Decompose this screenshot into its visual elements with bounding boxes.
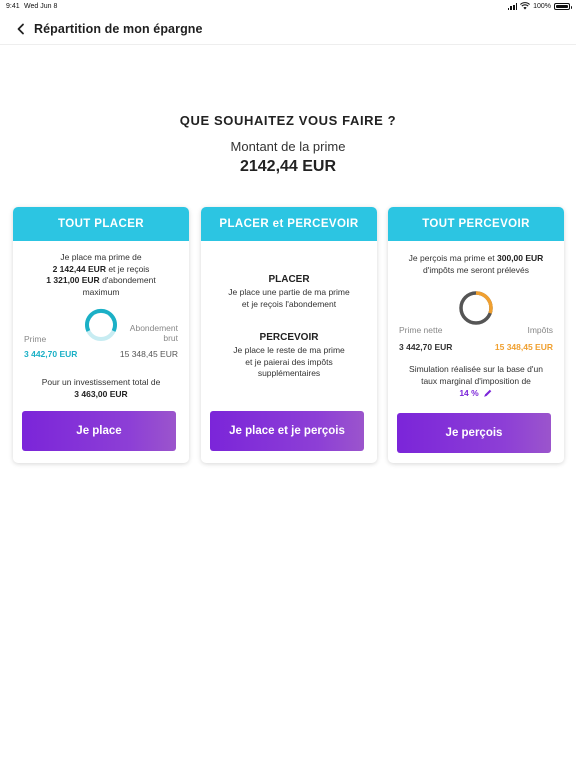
label-line: brut bbox=[163, 333, 178, 343]
description-line: 2 142,44 EUR et je reçois bbox=[13, 264, 189, 276]
tax-rate-row: 14 % bbox=[388, 388, 564, 398]
note-line: taux marginal d'imposition de bbox=[421, 375, 531, 386]
description-line: d'impôts me seront prélevés bbox=[422, 264, 530, 275]
card-title: PLACER et PERCEVOIR bbox=[201, 207, 377, 241]
note-line: Simulation réalisée sur la base d'un bbox=[409, 364, 543, 374]
total-value: 3 463,00 EUR bbox=[74, 388, 128, 399]
description-text: et je reçois bbox=[105, 263, 150, 274]
wifi-icon bbox=[520, 2, 531, 10]
description-line: et je paierai des impôts bbox=[245, 356, 333, 367]
cellular-signal-icon bbox=[507, 2, 518, 10]
card-tout-placer: TOUT PLACER Je place ma prime de 2 142,4… bbox=[13, 207, 189, 463]
total-label: Pour un investissement total de bbox=[41, 377, 161, 387]
chevron-left-icon[interactable] bbox=[14, 22, 28, 36]
abondement-amount: 1 321,00 EUR bbox=[46, 275, 100, 285]
total-investment: Pour un investissement total de 3 463,00… bbox=[13, 377, 189, 400]
prime-nette-label: Prime nette bbox=[399, 325, 443, 335]
status-icons: 100% bbox=[507, 2, 572, 10]
status-time: 9:41 bbox=[6, 3, 20, 10]
je-percois-button[interactable]: Je perçois bbox=[397, 413, 551, 453]
percevoir-title: PERCEVOIR bbox=[259, 332, 319, 343]
question-heading: QUE SOUHAITEZ VOUS FAIRE ? bbox=[179, 113, 397, 128]
placer-title: PLACER bbox=[268, 274, 310, 285]
card-title: TOUT PERCEVOIR bbox=[388, 207, 564, 241]
simulation-note: Simulation réalisée sur la base d'un tau… bbox=[388, 364, 564, 387]
card-tout-percevoir: TOUT PERCEVOIR Je perçois ma prime et 30… bbox=[388, 207, 564, 463]
abondement-value: 15 348,45 EUR bbox=[119, 349, 178, 359]
battery-percent: 100% bbox=[533, 2, 551, 10]
card-description: Je perçois ma prime et 300,00 EUR d'impô… bbox=[388, 253, 564, 276]
card-title: TOUT PLACER bbox=[13, 207, 189, 241]
description-text: Je perçois ma prime et bbox=[408, 253, 498, 263]
je-place-et-je-percois-button[interactable]: Je place et je perçois bbox=[210, 411, 364, 451]
prime-value: 3 442,70 EUR bbox=[24, 349, 78, 359]
description-line: Je place ma prime de bbox=[60, 252, 142, 262]
battery-icon bbox=[554, 2, 572, 10]
nav-header: Répartition de mon épargne bbox=[0, 14, 576, 45]
description-line: Je place le reste de ma prime bbox=[233, 345, 345, 355]
amount-label: Montant de la prime bbox=[230, 139, 346, 154]
status-bar: 9:41 Wed Jun 8 100% bbox=[0, 0, 576, 14]
card-placer-et-percevoir: PLACER et PERCEVOIR PLACER Je place une … bbox=[201, 207, 377, 463]
prime-nette-value: 3 442,70 EUR bbox=[399, 342, 453, 352]
impots-label: Impôts bbox=[527, 325, 553, 335]
percevoir-description: Je place le reste de ma prime et je paie… bbox=[201, 345, 377, 380]
abondement-label: Abondement brut bbox=[130, 323, 178, 343]
description-text: d'abondement bbox=[99, 275, 156, 285]
description-line: supplémentaires bbox=[257, 368, 321, 378]
impots-value: 15 348,45 EUR bbox=[494, 342, 553, 352]
donut-chart-icon bbox=[459, 291, 493, 325]
description-line: maximum bbox=[82, 286, 120, 297]
donut-chart-icon bbox=[85, 308, 117, 341]
je-place-button[interactable]: Je place bbox=[22, 411, 176, 451]
description-line: Je place une partie de ma prime bbox=[228, 287, 350, 297]
status-date: Wed Jun 8 bbox=[24, 3, 58, 10]
card-description: Je place ma prime de 2 142,44 EUR et je … bbox=[13, 252, 189, 298]
description-line: Je perçois ma prime et 300,00 EUR bbox=[388, 253, 564, 265]
tax-amount: 300,00 EUR bbox=[497, 253, 544, 263]
tax-rate-value: 14 % bbox=[459, 388, 479, 398]
prime-amount: 2 142,44 EUR bbox=[52, 263, 106, 274]
prime-label: Prime bbox=[24, 334, 47, 344]
amount-value: 2142,44 EUR bbox=[239, 158, 337, 175]
description-line: 1 321,00 EUR d'abondement bbox=[13, 275, 189, 287]
placer-description: Je place une partie de ma prime et je re… bbox=[201, 287, 377, 310]
description-line: et je reçois l'abondement bbox=[241, 298, 337, 309]
pencil-icon[interactable] bbox=[483, 388, 493, 398]
page-title: Répartition de mon épargne bbox=[34, 22, 203, 36]
label-line: Abondement bbox=[129, 323, 178, 333]
